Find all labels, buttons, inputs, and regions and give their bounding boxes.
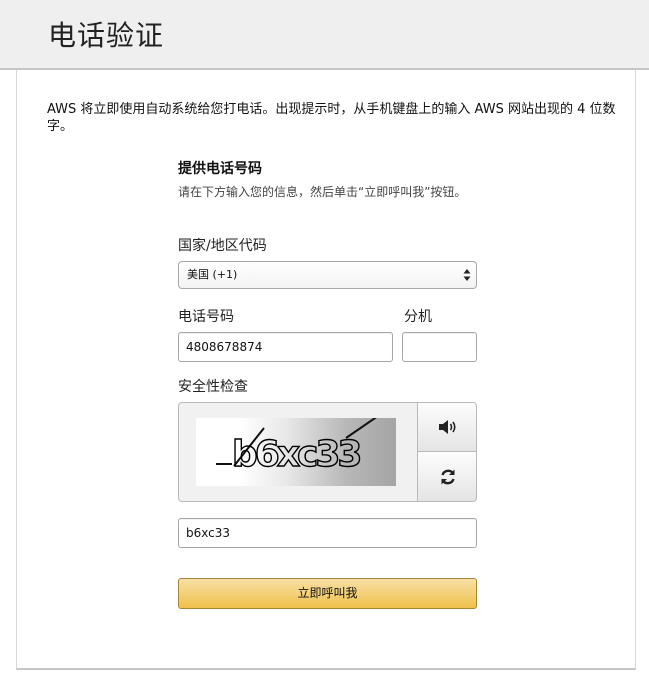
country-select[interactable]: 美国 (+1) (178, 261, 477, 289)
call-me-button[interactable]: 立即呼叫我 (178, 578, 477, 609)
extension-input[interactable] (402, 332, 477, 362)
extension-label: 分机 (404, 309, 432, 325)
captcha-image: b6xc33 (196, 418, 396, 486)
section-description: 请在下方输入您的信息，然后单击“立即呼叫我”按钮。 (178, 185, 467, 199)
page-header: 电话验证 (0, 0, 649, 70)
country-label: 国家/地区代码 (178, 238, 267, 254)
captcha-box: b6xc33 (178, 402, 477, 502)
audio-captcha-button[interactable] (417, 403, 476, 452)
select-arrows-icon (463, 269, 471, 281)
country-select-value: 美国 (+1) (187, 268, 238, 281)
phone-label: 电话号码 (178, 309, 234, 325)
intro-text: AWS 将立即使用自动系统给您打电话。出现提示时，从手机键盘上的输入 AWS 网… (47, 102, 616, 134)
captcha-graphic: b6xc33 (216, 418, 377, 476)
speaker-icon (439, 420, 456, 434)
refresh-captcha-button[interactable] (417, 452, 476, 501)
refresh-icon (441, 469, 455, 484)
captcha-text: b6xc33 (232, 434, 360, 475)
captcha-input[interactable]: b6xc33 (178, 518, 477, 548)
section-title: 提供电话号码 (178, 161, 262, 177)
page-title: 电话验证 (48, 19, 165, 52)
security-label: 安全性检查 (178, 379, 248, 395)
phone-input[interactable]: 4808678874 (178, 332, 393, 362)
